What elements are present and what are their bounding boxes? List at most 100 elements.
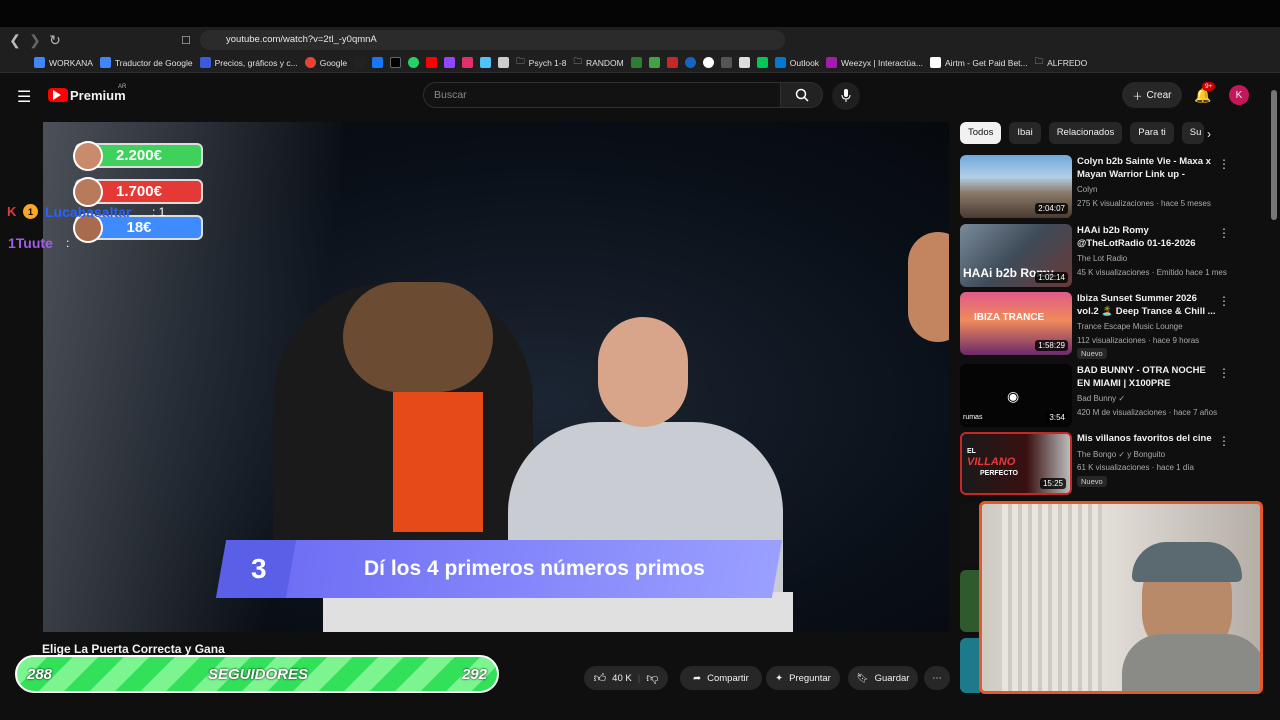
recommendation-item[interactable]: IBIZA TRANCE 1:58:29 Ibiza Sunset Summer…: [960, 292, 1270, 359]
bookmark-item[interactable]: Google: [304, 57, 347, 68]
bookmarks-bar: WORKANA Traductor de Google Precios, grá…: [0, 53, 1280, 73]
video-thumbnail[interactable]: EL VILLANO PERFECTO 15:25: [960, 432, 1072, 495]
browser-address-bar: ❮ ❯ ↻ ☐: [0, 27, 1280, 74]
google-icon: [304, 57, 316, 68]
more-actions-button[interactable]: ⋯: [924, 666, 950, 690]
whatsapp-icon[interactable]: [408, 57, 420, 68]
channel-name[interactable]: Trance Escape Music Lounge: [1077, 322, 1183, 331]
recommendation-item[interactable]: 2:04:07 Colyn b2b Sainte Vie - Maxa x Ma…: [960, 155, 1270, 219]
more-vert-icon[interactable]: ⋮: [1218, 157, 1230, 171]
bookmark-icon[interactable]: [720, 57, 732, 68]
save-label: Guardar: [874, 672, 910, 684]
twitch-icon[interactable]: [444, 57, 456, 68]
recommendation-title[interactable]: HAAi b2b Romy @TheLotRadio 01-16-2026: [1077, 224, 1217, 250]
video-thumbnail[interactable]: 2:04:07: [960, 155, 1072, 218]
related-chips: Todos Ibai Relacionados Para ti Su: [960, 122, 1204, 144]
channel-name[interactable]: The Bongo ✓ y Bonguito: [1077, 450, 1165, 459]
more-vert-icon[interactable]: ⋮: [1218, 294, 1230, 308]
video-thumbnail[interactable]: ◉ rumas 3:54: [960, 364, 1072, 427]
bookmark-icon[interactable]: [630, 57, 642, 68]
ask-button[interactable]: ✦ Preguntar: [766, 666, 840, 690]
share-button[interactable]: ➦ Compartir: [680, 666, 762, 690]
dislike-icon[interactable]: 👎︎: [646, 671, 658, 686]
bookmark-folder[interactable]: 🗀 ALFREDO: [1035, 56, 1088, 70]
bookmark-label: Weezyx | Interactúa...: [841, 57, 923, 68]
bookmark-item[interactable]: WORKANA: [34, 57, 93, 68]
bookmark-label: Precios, gráficos y c...: [214, 57, 298, 68]
chat-badge-icon: 1: [23, 204, 38, 219]
channel-name[interactable]: Colyn: [1077, 185, 1097, 194]
kick-icon[interactable]: [756, 57, 768, 68]
video-title: Elige La Puerta Correcta y Gana: [42, 642, 225, 656]
url-text: youtube.com/watch?v=2tl_-y0qmnA: [226, 34, 377, 45]
search-button[interactable]: [781, 82, 823, 108]
share-icon: ➦: [693, 672, 702, 684]
recommendation-title[interactable]: Colyn b2b Sainte Vie - Maxa x Mayan Warr…: [1077, 155, 1217, 182]
channel-name[interactable]: Bad Bunny ✓: [1077, 394, 1125, 403]
webcam-cap: [1132, 542, 1242, 582]
video-table: [323, 592, 793, 632]
create-button[interactable]: ＋ Crear: [1122, 82, 1182, 108]
facebook-icon[interactable]: [372, 57, 384, 68]
bookmark-item[interactable]: Airtm - Get Paid Bet...: [929, 57, 1028, 68]
search-input[interactable]: Buscar: [423, 82, 781, 108]
bookmark-icon[interactable]: [684, 57, 696, 68]
video-thumbnail[interactable]: [960, 502, 980, 564]
instagram-icon[interactable]: [462, 57, 474, 68]
bookmark-item[interactable]: Precios, gráficos y c...: [199, 57, 298, 68]
video-thumbnail[interactable]: IBIZA TRANCE 1:58:29: [960, 292, 1072, 355]
bookmark-icon[interactable]: [498, 57, 510, 68]
bookmark-icon[interactable]: [648, 57, 660, 68]
bookmark-folder[interactable]: 🗀 Psych 1-8: [516, 56, 566, 70]
video-thumbnail[interactable]: [960, 638, 980, 693]
youtube-icon[interactable]: [426, 57, 438, 68]
more-vert-icon[interactable]: ⋮: [1218, 226, 1230, 240]
reload-icon[interactable]: ↻: [45, 30, 65, 50]
translate-icon: [99, 57, 111, 68]
bookmark-item[interactable]: Traductor de Google: [99, 57, 193, 68]
notification-badge: 9+: [1202, 82, 1216, 91]
video-thumbnail[interactable]: HAAi b2b Romy 1:02:14: [960, 224, 1072, 287]
recommendation-title[interactable]: Mis villanos favoritos del cine: [1077, 432, 1217, 445]
bookmark-icon[interactable]: [738, 57, 750, 68]
youtube-logo-text[interactable]: Premium: [70, 88, 126, 103]
bookmark-label: RANDOM: [585, 57, 624, 68]
chip-para-ti[interactable]: Para ti: [1130, 122, 1174, 144]
bookmark-item[interactable]: Outlook: [774, 57, 819, 68]
like-count[interactable]: 40 K: [612, 673, 632, 684]
save-button[interactable]: 🔖︎ Guardar: [848, 666, 918, 690]
video-thumbnail[interactable]: [960, 570, 980, 632]
menu-icon[interactable]: ☰: [17, 87, 31, 107]
chevron-right-icon[interactable]: ›: [1207, 127, 1211, 141]
chip-relacionados[interactable]: Relacionados: [1048, 122, 1123, 144]
bookmark-item[interactable]: Weezyx | Interactúa...: [826, 57, 923, 68]
back-icon[interactable]: ❮: [5, 30, 25, 50]
recommendation-item[interactable]: HAAi b2b Romy 1:02:14 HAAi b2b Romy @The…: [960, 224, 1270, 288]
followers-goal: 292: [461, 666, 487, 683]
chip-todos[interactable]: Todos: [960, 122, 1002, 144]
scrollbar[interactable]: [1271, 90, 1277, 220]
eye-icon: ◉: [1007, 388, 1020, 404]
bookmark-icon[interactable]: [666, 57, 678, 68]
chip-ibai[interactable]: Ibai: [1009, 122, 1041, 144]
more-vert-icon[interactable]: ⋮: [1218, 434, 1230, 448]
recommendation-item[interactable]: EL VILLANO PERFECTO 15:25 Mis villanos f…: [960, 432, 1270, 496]
recommendation-title[interactable]: BAD BUNNY - OTRA NOCHE EN MIAMI | X100PR…: [1077, 364, 1217, 391]
channel-name[interactable]: The Lot Radio: [1077, 254, 1127, 263]
chip-truncated[interactable]: Su: [1181, 122, 1204, 144]
like-icon[interactable]: 👍︎: [594, 671, 607, 686]
bookmark-star-icon[interactable]: ☐: [176, 30, 196, 50]
avatar[interactable]: K: [1229, 85, 1249, 105]
bookmark-folder[interactable]: 🗀 RANDOM: [573, 56, 623, 70]
bookmark-icon[interactable]: [702, 57, 714, 68]
tiktok-icon[interactable]: [354, 57, 366, 68]
more-vert-icon[interactable]: ⋮: [1218, 366, 1230, 380]
thumbnail-text: IBIZA TRANCE: [974, 312, 1045, 323]
forward-icon[interactable]: ❯: [25, 30, 45, 50]
mic-button[interactable]: [832, 82, 860, 110]
video-meta: 61 K visualizaciones · hace 1 día: [1077, 463, 1194, 472]
recommendation-title[interactable]: Ibiza Sunset Summer 2026 vol.2 🏝️ Deep T…: [1077, 292, 1217, 318]
bookmark-icon[interactable]: [480, 57, 492, 68]
recommendation-item[interactable]: ◉ rumas 3:54 BAD BUNNY - OTRA NOCHE EN M…: [960, 364, 1270, 428]
x-icon[interactable]: [390, 57, 402, 68]
